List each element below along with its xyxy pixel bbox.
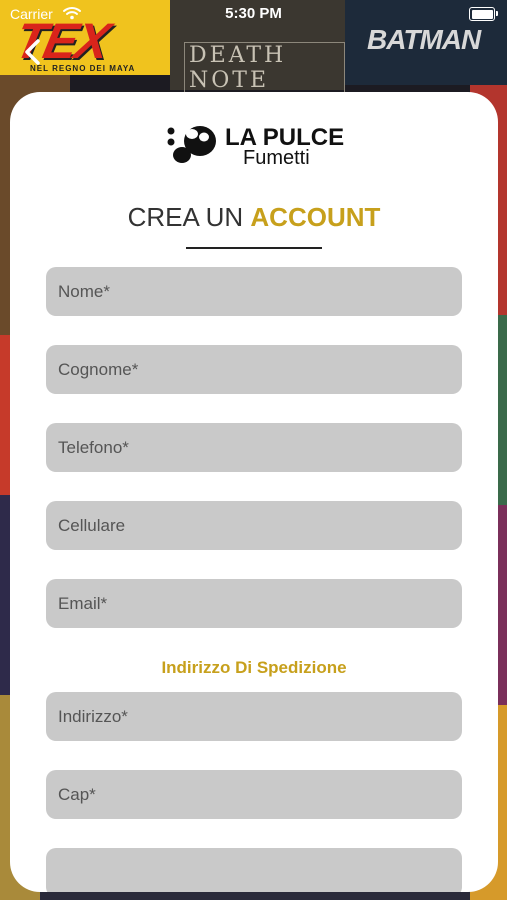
brand-subtitle: Fumetti: [243, 147, 310, 169]
status-time: 5:30 PM: [225, 5, 282, 22]
shipping-section-heading: Indirizzo Di Spedizione: [161, 658, 347, 677]
title-underline: [186, 247, 322, 249]
signup-card: LA PULCE Fumetti CREA UN ACCOUNT Indiriz…: [10, 92, 498, 892]
status-bar: Carrier 5:30 PM: [0, 0, 507, 28]
cap-field[interactable]: [46, 770, 462, 819]
chevron-left-icon: [25, 39, 40, 65]
flea-logo-icon: [167, 126, 216, 163]
cellulare-field[interactable]: [46, 501, 462, 550]
page-title-light: CREA UN: [127, 202, 251, 232]
battery-icon: [469, 7, 498, 21]
next-shipping-field[interactable]: [46, 848, 462, 892]
back-button[interactable]: [18, 36, 50, 68]
cover-batman-title: BATMAN: [367, 24, 481, 55]
nome-field[interactable]: [46, 267, 462, 316]
page-title-bold: ACCOUNT: [250, 202, 381, 232]
brand-logo: LA PULCE Fumetti: [165, 122, 365, 170]
cognome-field[interactable]: [46, 345, 462, 394]
indirizzo-field[interactable]: [46, 692, 462, 741]
cover-death-note-title: DEATH NOTE: [184, 42, 345, 94]
telefono-field[interactable]: [46, 423, 462, 472]
email-field[interactable]: [46, 579, 462, 628]
page-title: CREA UN ACCOUNT: [10, 202, 498, 233]
